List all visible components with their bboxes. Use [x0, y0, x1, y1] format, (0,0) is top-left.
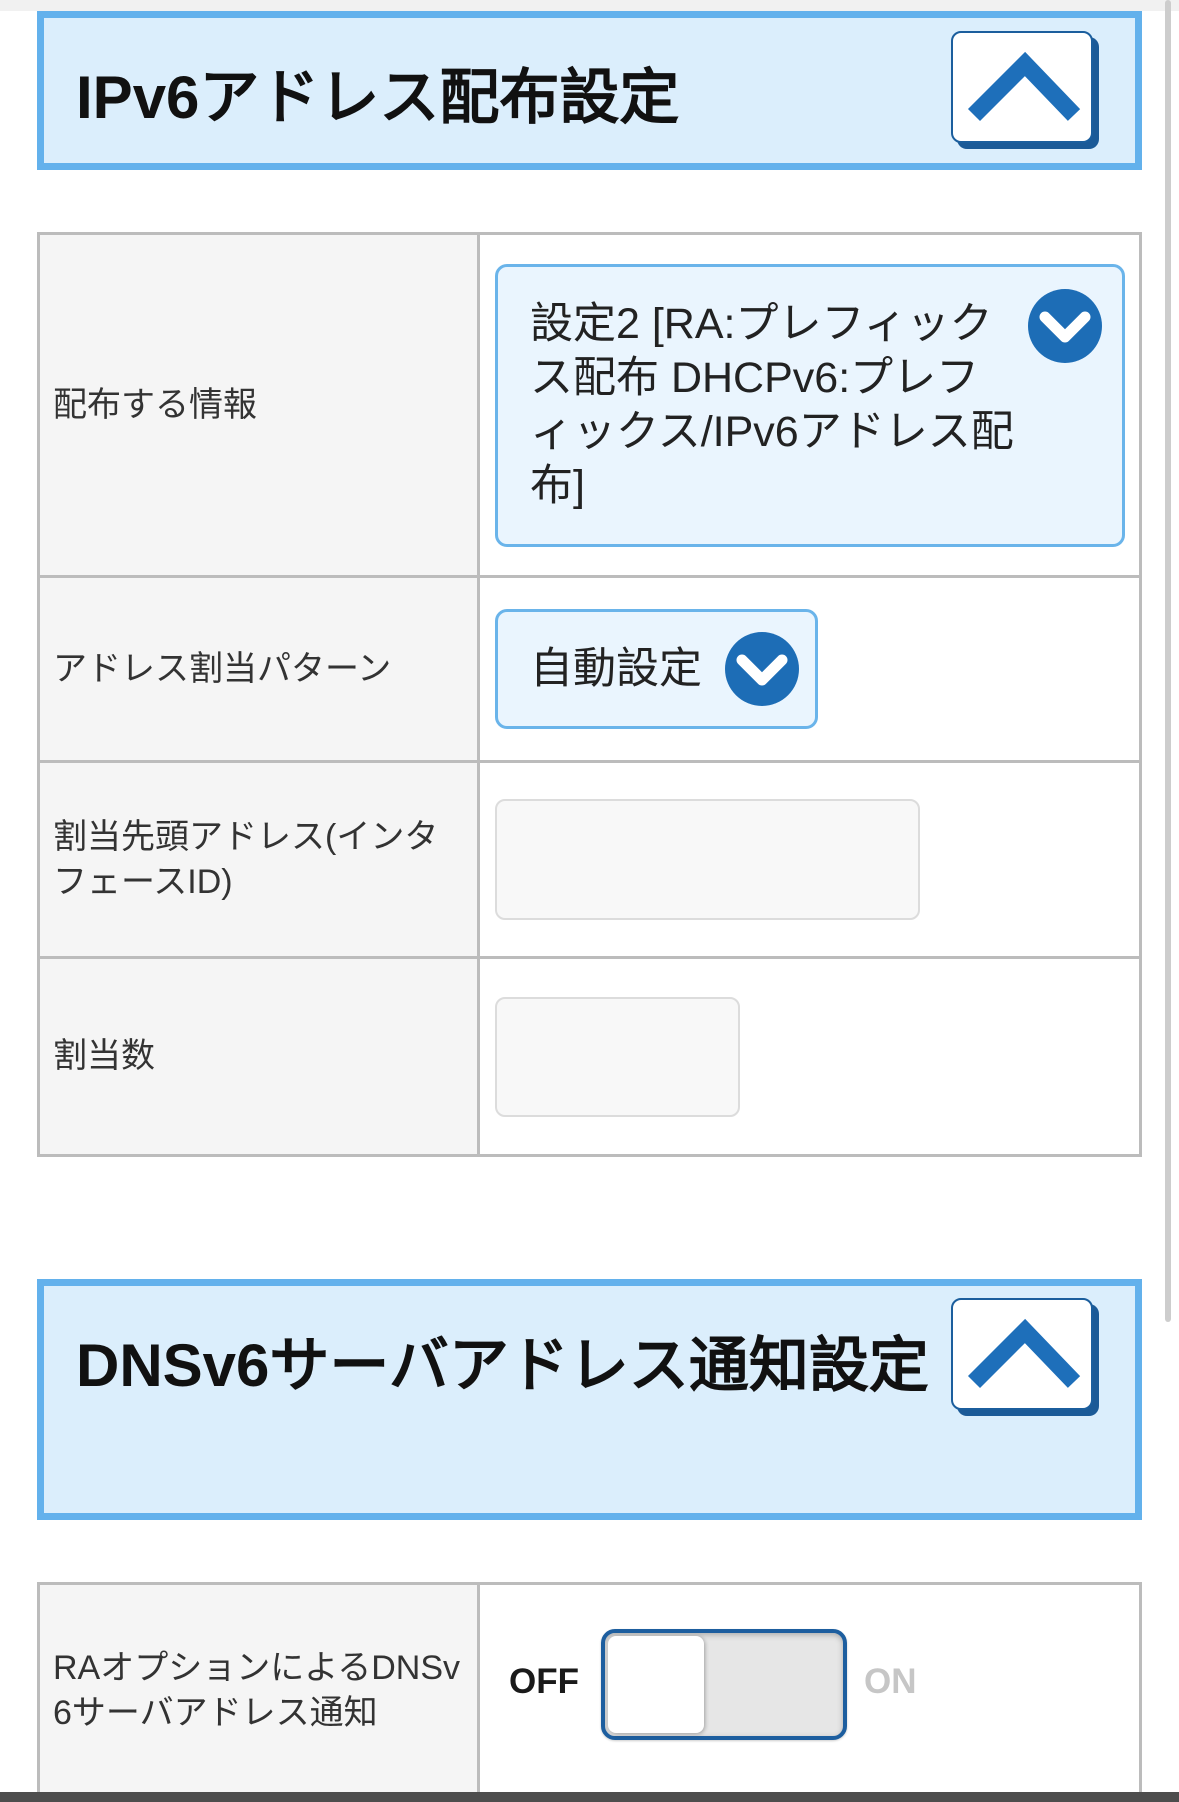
assignment-count-label: 割当数	[40, 959, 480, 1154]
assignment-pattern-label: アドレス割当パターン	[40, 578, 480, 760]
chevron-up-icon	[967, 1318, 1081, 1389]
table-row: RAオプションによるDNSv6サーバアドレス通知 OFF ON	[40, 1585, 1139, 1797]
distribution-info-cell: 設定2 [RA:プレフィックス配布 DHCPv6:プレフィックス/IPv6アドレ…	[480, 235, 1139, 575]
bottom-bar	[0, 1792, 1179, 1802]
assignment-count-input[interactable]	[495, 996, 740, 1117]
distribution-info-label: 配布する情報	[40, 235, 480, 575]
table-row: アドレス割当パターン 自動設定	[40, 575, 1139, 760]
distribution-info-select[interactable]: 設定2 [RA:プレフィックス配布 DHCPv6:プレフィックス/IPv6アドレ…	[495, 263, 1125, 547]
ipv6-distribution-header: IPv6アドレス配布設定	[37, 11, 1142, 170]
scrollbar-thumb[interactable]	[1165, 0, 1171, 1322]
toggle-knob	[608, 1636, 704, 1733]
assignment-pattern-selected-value: 自動設定	[530, 645, 702, 693]
assignment-pattern-cell: 自動設定	[480, 578, 1139, 760]
start-address-label: 割当先頭アドレス(インタフェースID)	[40, 763, 480, 956]
collapse-button[interactable]	[951, 1298, 1093, 1410]
assignment-count-cell	[480, 959, 1139, 1154]
table-row: 割当数	[40, 956, 1139, 1154]
toggle-off-label: OFF	[509, 1662, 579, 1701]
ra-option-cell: OFF ON	[480, 1585, 1139, 1797]
start-address-cell	[480, 763, 1139, 956]
distribution-info-selected-value: 設定2 [RA:プレフィックス配布 DHCPv6:プレフィックス/IPv6アドレ…	[530, 300, 1014, 510]
section-title: IPv6アドレス配布設定	[76, 64, 680, 131]
table-row: 割当先頭アドレス(インタフェースID)	[40, 760, 1139, 956]
ra-option-toggle[interactable]	[601, 1629, 847, 1740]
assignment-pattern-select[interactable]: 自動設定	[495, 609, 818, 729]
chevron-up-icon	[967, 51, 1081, 122]
table-row: 配布する情報 設定2 [RA:プレフィックス配布 DHCPv6:プレフィックス/…	[40, 235, 1139, 575]
section-title: DNSv6サーバアドレス通知設定	[76, 1332, 929, 1399]
collapse-button[interactable]	[951, 31, 1093, 143]
toggle-on-label: ON	[864, 1662, 917, 1701]
top-band	[0, 0, 1179, 11]
ipv6-distribution-table: 配布する情報 設定2 [RA:プレフィックス配布 DHCPv6:プレフィックス/…	[37, 232, 1142, 1157]
start-address-input[interactable]	[495, 799, 920, 920]
dnsv6-notification-header: DNSv6サーバアドレス通知設定	[37, 1279, 1142, 1520]
chevron-down-icon	[725, 632, 799, 706]
dnsv6-notification-table: RAオプションによるDNSv6サーバアドレス通知 OFF ON	[37, 1582, 1142, 1800]
chevron-down-icon	[1028, 288, 1102, 363]
ra-option-label: RAオプションによるDNSv6サーバアドレス通知	[40, 1585, 480, 1797]
